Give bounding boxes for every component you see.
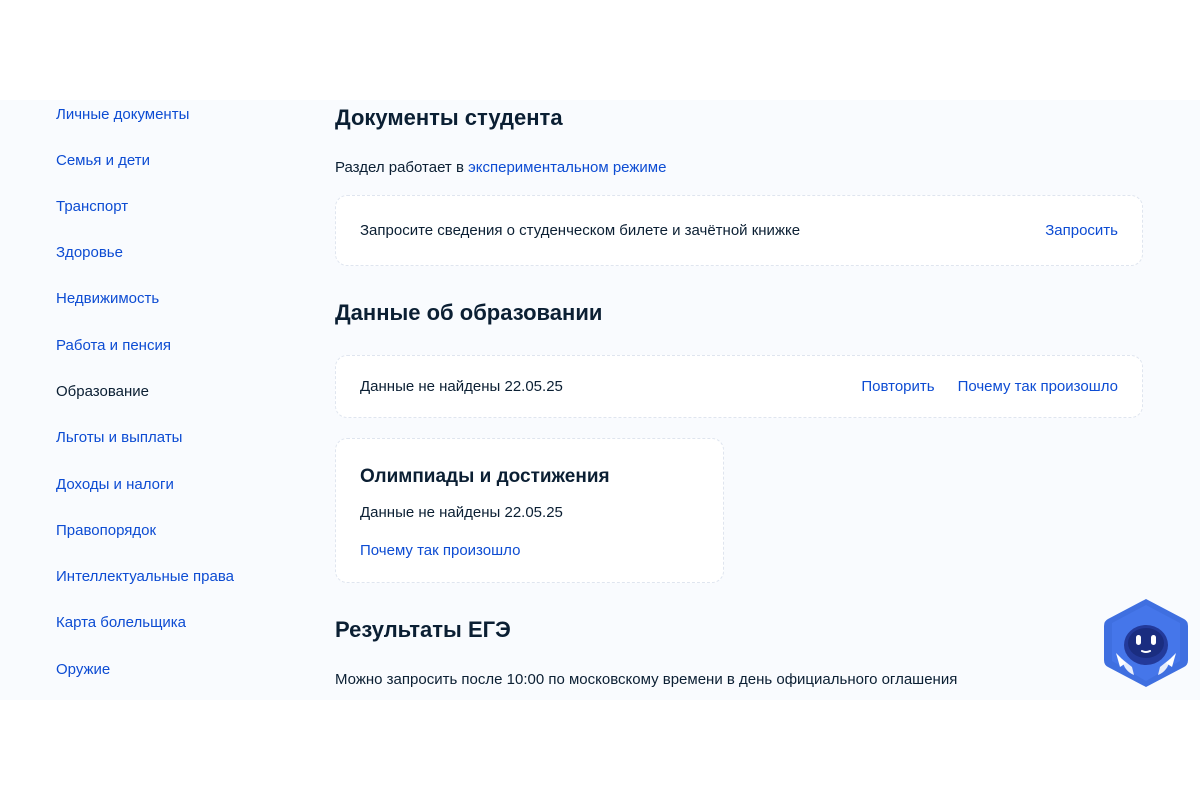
sidebar-item-real-estate[interactable]: Недвижимость [56, 289, 159, 309]
experimental-note-prefix: Раздел работает в [335, 159, 469, 176]
sidebar-item-personal-documents[interactable]: Личные документы [56, 105, 189, 125]
education-data-card: Данные не найдены 22.05.25 Повторить Поч… [335, 355, 1143, 418]
education-data-actions: Повторить Почему так произошло [861, 377, 1118, 397]
sidebar-item-income-taxes[interactable]: Доходы и налоги [56, 475, 174, 495]
sidebar-item-work-pension[interactable]: Работа и пенсия [56, 336, 171, 356]
page-viewport: Личные документы Семья и дети Транспорт … [0, 100, 1200, 700]
student-docs-title: Документы студента [335, 105, 563, 130]
ege-results-note: Можно запросить после 10:00 по московско… [335, 671, 958, 688]
experimental-mode-link[interactable]: экспериментальном режиме [468, 159, 666, 176]
ege-results-title: Результаты ЕГЭ [335, 617, 511, 642]
sidebar-item-benefits[interactable]: Льготы и выплаты [56, 428, 182, 448]
sidebar-item-law-enforcement[interactable]: Правопорядок [56, 521, 156, 541]
sidebar-item-fan-card[interactable]: Карта болельщика [56, 613, 186, 633]
sidebar-item-weapons[interactable]: Оружие [56, 660, 110, 680]
sidebar-item-family[interactable]: Семья и дети [56, 151, 150, 171]
olympiads-status: Данные не найдены 22.05.25 [360, 504, 563, 521]
sidebar-item-transport[interactable]: Транспорт [56, 197, 128, 217]
olympiads-card: Олимпиады и достижения Данные не найдены… [335, 438, 724, 583]
olympiads-why-link[interactable]: Почему так произошло [360, 541, 520, 561]
education-data-status: Данные не найдены 22.05.25 [360, 377, 563, 395]
sidebar-item-education[interactable]: Образование [56, 382, 149, 402]
why-happened-link[interactable]: Почему так произошло [958, 377, 1118, 397]
student-docs-request-text: Запросите сведения о студенческом билете… [360, 221, 801, 239]
student-docs-request-card: Запросите сведения о студенческом билете… [335, 195, 1143, 266]
olympiads-title: Олимпиады и достижения [360, 466, 610, 487]
retry-button[interactable]: Повторить [861, 377, 934, 397]
sidebar-item-health[interactable]: Здоровье [56, 243, 123, 263]
request-button[interactable]: Запросить [1045, 221, 1118, 241]
robot-assistant-icon[interactable] [1104, 597, 1188, 689]
experimental-note: Раздел работает в экспериментальном режи… [335, 158, 666, 178]
sidebar-item-intellectual-property[interactable]: Интеллектуальные права [56, 567, 234, 587]
education-data-title: Данные об образовании [335, 300, 603, 325]
